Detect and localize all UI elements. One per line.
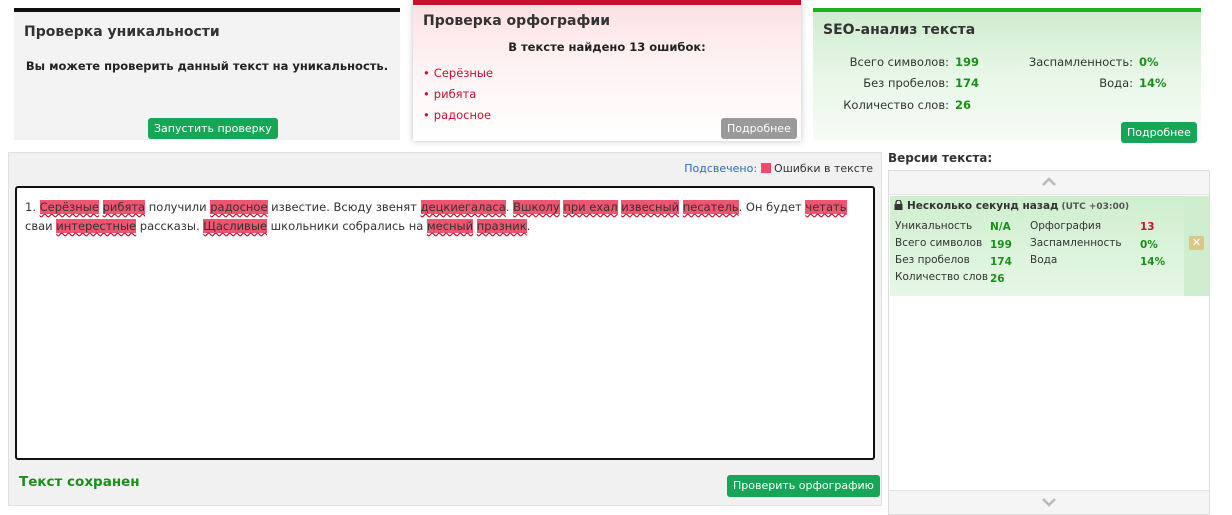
seo-details-button[interactable]: Подробнее	[1121, 122, 1197, 143]
seo-water-value: 14%	[1139, 76, 1167, 90]
text-segment: известие. Всюду звенят	[267, 200, 421, 214]
spelling-error-list: Серёзные рибята радосное	[423, 66, 493, 129]
start-check-button[interactable]: Запустить проверку	[148, 118, 278, 139]
error-word[interactable]: при ехал	[563, 200, 618, 214]
seo-water-row: Вода: 14%	[1003, 76, 1167, 90]
version-delete-cell: ✕	[1184, 196, 1209, 296]
version-uniq-value: N/A	[990, 221, 1011, 233]
seo-title: SEO-анализ текста	[823, 22, 976, 38]
version-spell-label: Орфография	[1030, 220, 1102, 232]
spelling-error-item: радосное	[423, 108, 493, 129]
versions-title: Версии текста:	[888, 151, 993, 165]
uniqueness-title: Проверка уникальности	[24, 24, 220, 40]
error-word[interactable]: четать	[805, 200, 847, 214]
spelling-title: Проверка орфографии	[423, 13, 610, 29]
seo-spam-value: 0%	[1139, 55, 1159, 69]
uniqueness-description: Вы можете проверить данный текст на уник…	[25, 59, 389, 73]
version-header: Несколько секунд назад (UTC +03:00)	[894, 199, 1130, 212]
error-word[interactable]: Вшколу	[513, 200, 560, 214]
highlight-legend-label: Подсвечено:	[684, 162, 758, 175]
text-segment: получили	[145, 200, 211, 214]
error-word[interactable]: радосное	[210, 200, 268, 214]
text-segment: школьники собрались на	[267, 219, 427, 233]
error-word[interactable]: месный	[426, 219, 474, 233]
text-editor[interactable]: 1. Серёзные рибята получили радосное изв…	[15, 186, 875, 460]
text-segment: .	[526, 219, 531, 233]
versions-panel: Несколько секунд назад (UTC +03:00) Уника…	[888, 170, 1210, 515]
version-words-value: 26	[990, 273, 1005, 285]
version-uniq-label: Уникальность	[895, 220, 973, 232]
seo-total-chars-row: Всего символов: 199	[833, 55, 979, 69]
delete-version-icon[interactable]: ✕	[1189, 236, 1204, 250]
check-spelling-button[interactable]: Проверить орфографию	[727, 475, 880, 497]
error-word[interactable]: Щасливые	[203, 219, 267, 233]
scroll-up-button[interactable]	[889, 171, 1209, 195]
spelling-details-button[interactable]: Подробнее	[721, 118, 797, 139]
version-nospace-label: Без пробелов	[895, 254, 970, 266]
editor-panel: Подсвечено: Ошибки в тексте 1. Серёзные р…	[8, 152, 882, 506]
error-word[interactable]: Серёзные	[39, 200, 99, 214]
uniqueness-card: Проверка уникальности Вы можете проверит…	[14, 8, 400, 140]
text-segment: рассказы.	[136, 219, 204, 233]
text-segment: сваи	[25, 219, 57, 233]
seo-water-label: Вода:	[1099, 76, 1133, 90]
error-swatch-icon	[761, 163, 772, 173]
seo-word-count-row: Количество слов: 26	[833, 98, 971, 112]
seo-spam-row: Заспамленность: 0%	[1003, 55, 1159, 69]
version-total-label: Всего символов	[895, 237, 983, 249]
page: Проверка уникальности Вы можете проверит…	[0, 0, 1232, 515]
seo-no-spaces-value: 174	[955, 76, 980, 90]
lock-icon	[894, 199, 903, 210]
seo-total-chars-label: Всего символов:	[849, 55, 949, 69]
error-word[interactable]: рибята	[102, 200, 146, 214]
version-time: Несколько секунд назад	[907, 200, 1059, 212]
seo-no-spaces-label: Без пробелов:	[863, 76, 949, 90]
chevron-up-icon	[1042, 177, 1056, 186]
version-item[interactable]: Несколько секунд назад (UTC +03:00) Уника…	[890, 196, 1184, 296]
version-spell-value: 13	[1140, 221, 1155, 233]
version-total-value: 199	[990, 239, 1012, 251]
version-timezone: (UTC +03:00)	[1061, 202, 1130, 212]
version-spam-value: 0%	[1140, 239, 1158, 251]
chevron-down-icon	[1042, 498, 1056, 507]
seo-word-count-value: 26	[955, 98, 972, 112]
text-segment: . Он будет	[738, 200, 806, 214]
text-segment: .	[505, 200, 514, 214]
text-segment: 1.	[25, 200, 40, 214]
error-word[interactable]: песатель	[682, 200, 739, 214]
error-word[interactable]: интерестные	[56, 219, 137, 233]
spelling-error-item: рибята	[423, 87, 493, 108]
seo-card: SEO-анализ текста Всего символов: 199 Без…	[813, 8, 1201, 143]
spelling-card: Проверка орфографии В тексте найдено 13 …	[413, 0, 801, 141]
seo-spam-label: Заспамленность:	[1028, 55, 1133, 69]
seo-no-spaces-row: Без пробелов: 174	[833, 76, 979, 90]
version-water-value: 14%	[1140, 256, 1166, 268]
scroll-down-button[interactable]	[889, 490, 1209, 514]
spelling-error-item: Серёзные	[423, 66, 493, 87]
version-words-label: Количество слов	[895, 271, 989, 283]
seo-total-chars-value: 199	[955, 55, 980, 69]
spelling-found-count: В тексте найдено 13 ошибок:	[508, 40, 706, 54]
highlight-legend-text: Ошибки в тексте	[774, 162, 873, 175]
error-word[interactable]: децкиегаласа	[420, 200, 506, 214]
version-water-label: Вода	[1030, 254, 1058, 266]
version-nospace-value: 174	[990, 256, 1012, 268]
error-word[interactable]: празник	[476, 219, 527, 233]
saved-status: Текст сохранен	[19, 474, 140, 490]
version-spam-label: Заспамленность	[1030, 237, 1122, 249]
error-word[interactable]: извесный	[621, 200, 680, 214]
highlight-legend: Подсвечено: Ошибки в тексте	[684, 162, 873, 175]
seo-word-count-label: Количество слов:	[843, 98, 949, 112]
